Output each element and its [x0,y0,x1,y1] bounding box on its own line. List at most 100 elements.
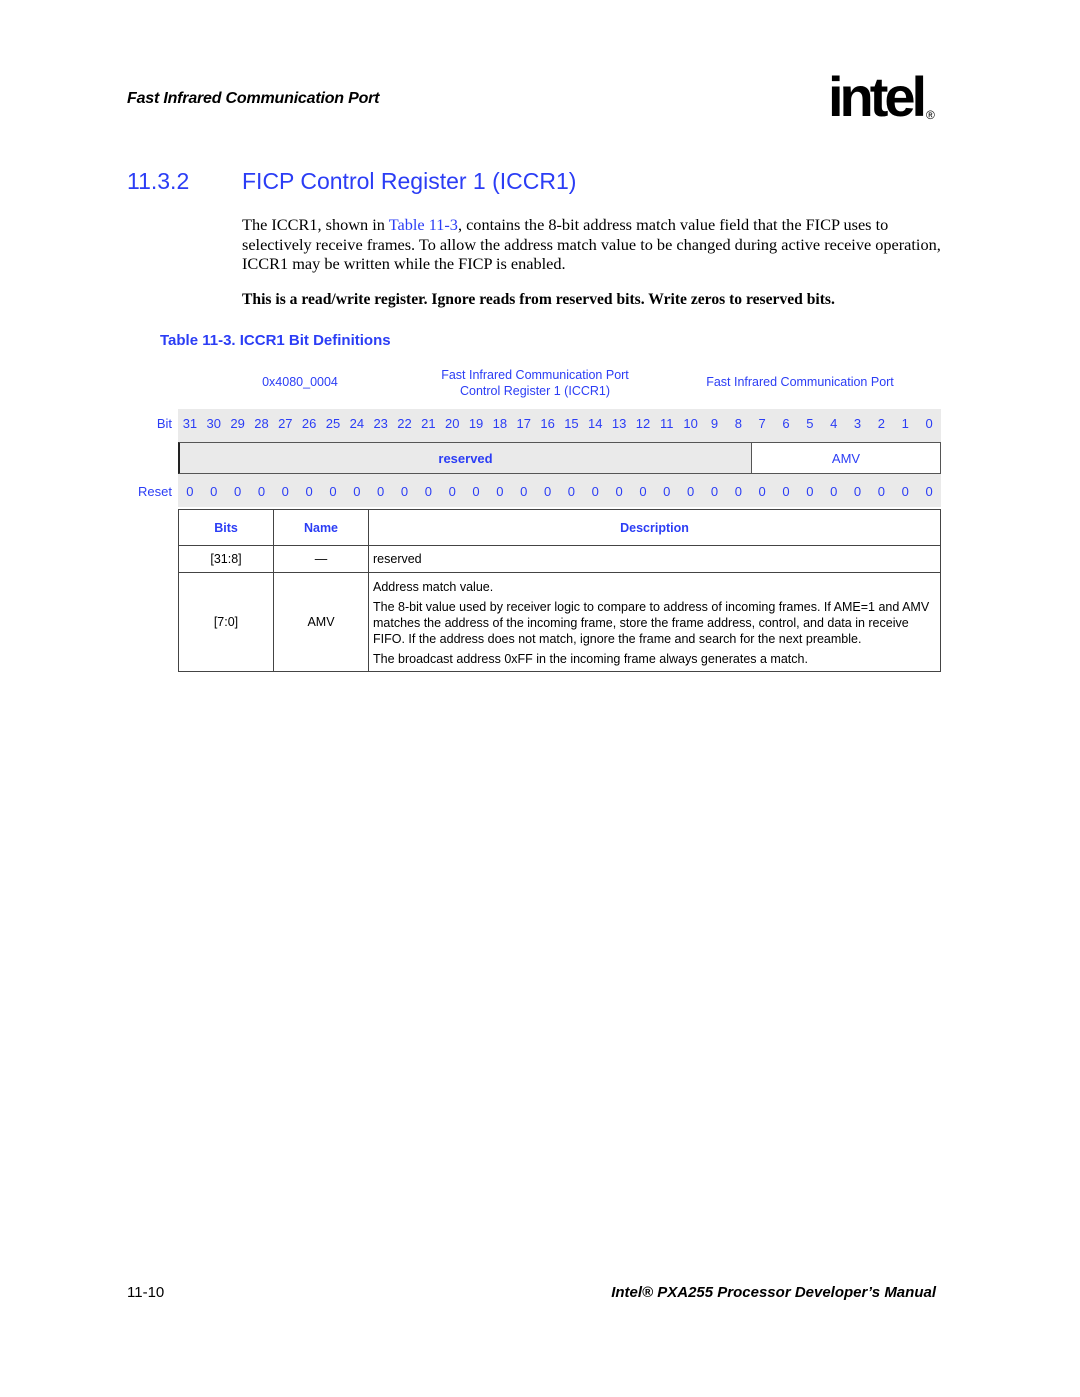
bit-number: 28 [254,416,269,431]
bit-number: 18 [492,416,508,431]
bit-number: 19 [468,416,484,431]
bit-number: 0 [925,416,933,431]
field-amv: AMV [751,442,941,474]
description-line: Address match value. [373,580,494,594]
bit-number: 16 [540,416,555,431]
bit-number: 27 [278,416,293,431]
registered-mark-icon: ® [926,108,935,122]
table-link[interactable]: Table 11-3 [389,215,458,234]
bit-number: 10 [683,416,698,431]
page-number: 11-10 [127,1284,165,1301]
cell-name: AMV [273,572,369,672]
bit-number: 4 [830,416,838,431]
description-line: The 8-bit value used by receiver logic t… [373,600,930,646]
bit-number: 17 [516,416,531,431]
register-unit: Fast Infrared Communication Port [706,375,894,389]
reset-value: 0 [758,484,766,499]
cell-description: Address match value. The 8-bit value use… [368,572,941,672]
table-row: [7:0] AMV Address match value. The 8-bit… [178,572,941,672]
reset-value: 0 [257,484,266,499]
bit-number: 25 [325,416,341,431]
reset-value: 0 [543,484,552,499]
bit-number: 29 [230,416,245,431]
reset-value: 0 [734,484,742,499]
bit-number: 3 [853,416,862,431]
register-access-note: This is a read/write register. Ignore re… [242,291,835,308]
bit-number: 12 [635,416,651,431]
section-title: 11.3.2 FICP Control Register 1 (ICCR1) [127,168,576,195]
reset-value: 0 [496,484,504,499]
running-head: Fast Infrared Communication Port [127,90,380,107]
reset-value: 0 [377,484,385,499]
reset-value: 0 [448,484,456,499]
reset-value: 0 [305,484,313,499]
reset-value: 0 [877,484,885,499]
bit-number: 1 [901,416,909,431]
bit-number: 26 [301,416,317,431]
bit-number-row: 31 30 29 28 27 26 25 24 23 22 21 20 19 18 17 16 15 14 13 12… [178,416,941,431]
reset-value: 0 [782,484,790,499]
reset-value: 0 [210,484,218,499]
section-heading: FICP Control Register 1 (ICCR1) [242,168,577,194]
bit-number: 21 [421,416,436,431]
cell-bits: [31:8] [178,545,274,573]
reset-value: 0 [663,484,671,499]
bit-row-label: Bit [156,416,172,431]
reset-value: 0 [353,484,361,499]
intel-logo: intel ® [828,65,948,130]
cell-bits: [7:0] [178,572,274,672]
bit-number: 7 [758,416,766,431]
reset-value: 0 [233,484,242,499]
reset-value: 0 [615,484,623,499]
reset-value: 0 [710,484,719,499]
register-full-name: Fast Infrared Communication Port Control… [420,367,650,399]
bit-number: 30 [206,416,221,431]
reset-value: 0 [472,484,480,499]
bit-number: 15 [564,416,579,431]
reset-value: 0 [591,484,599,499]
reset-value: 0 [830,484,838,499]
bit-number: 2 [877,416,885,431]
description-line: reserved [373,552,422,566]
bit-number: 24 [349,416,365,431]
bit-number: 22 [397,416,412,431]
reset-value: 0 [687,484,695,499]
reset-value: 0 [186,484,194,499]
intel-logo-text: intel [828,65,927,128]
manual-title: Intel® PXA255 Processor Developer’s Manu… [611,1284,936,1301]
bit-number: 23 [373,416,388,431]
bit-number: 20 [444,416,460,431]
para-text-pre: The ICCR1, shown in [242,215,389,234]
column-header-name: Name [273,509,369,546]
bit-number: 11 [660,416,674,431]
reset-value: 0 [901,484,909,499]
bit-number: 5 [806,416,814,431]
cell-description: reserved [368,545,941,573]
reset-value: 0 [853,484,862,499]
reset-value: 0 [806,484,814,499]
reset-row-label: Reset [138,484,172,499]
intro-paragraph: The ICCR1, shown in Table 11-3, contains… [242,215,942,274]
section-number: 11.3.2 [127,168,190,194]
field-reserved: reserved [178,442,752,474]
reset-value: 0 [567,484,576,499]
bit-number: 31 [182,416,198,431]
table-header-row: Bits Name Description [178,509,941,546]
description-line: The broadcast address 0xFF in the incomi… [373,652,808,666]
reset-value: 0 [424,484,432,499]
reset-value-row: 00000000000000000000000000000000 [178,484,941,499]
register-name-line1: Fast Infrared Communication Port [441,368,629,382]
bit-number: 13 [611,416,627,431]
column-header-description: Description [368,509,941,546]
bit-number: 14 [588,416,603,431]
reset-value: 0 [639,484,647,499]
cell-name: — [273,545,369,573]
reset-value: 0 [329,484,337,499]
reset-value: 0 [281,484,289,499]
reset-value: 0 [925,484,933,499]
bit-number: 6 [782,416,790,431]
register-address: 0x4080_0004 [262,375,338,389]
reset-value: 0 [400,484,409,499]
table-row: [31:8] — reserved [178,545,941,573]
column-header-bits: Bits [178,509,274,546]
